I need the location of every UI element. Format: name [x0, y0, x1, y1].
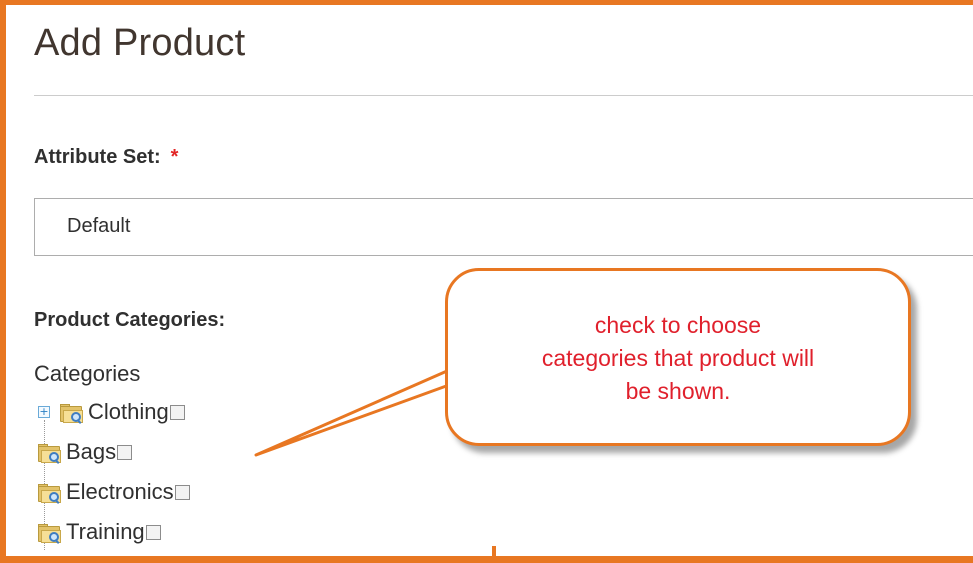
annotation-text: check to choose categories that product …	[448, 309, 908, 408]
annotation-line-3: be shown.	[625, 378, 731, 404]
annotation-line-2: categories that product will	[541, 345, 815, 371]
annotation-line-1: check to choose	[594, 312, 762, 338]
annotation-callout: check to choose categories that product …	[445, 268, 911, 446]
